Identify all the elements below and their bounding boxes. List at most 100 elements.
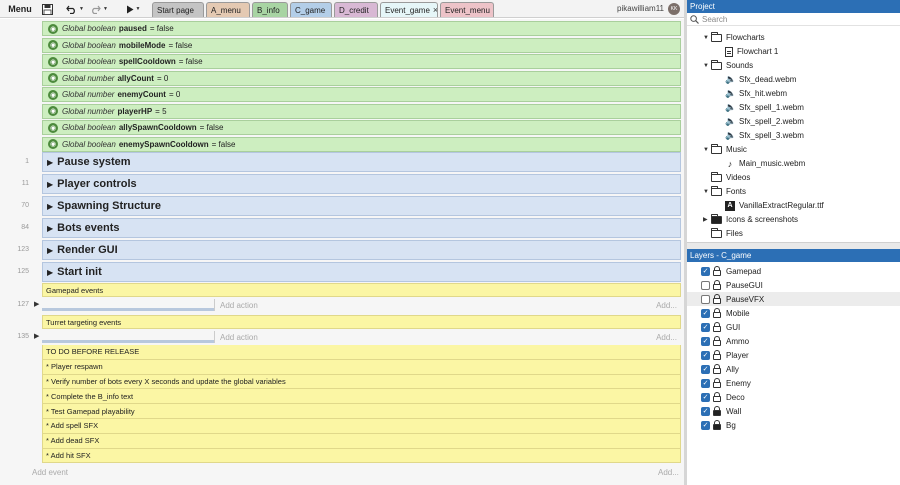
expand-arrow-icon[interactable]: ▶ xyxy=(47,202,53,211)
layer-visibility-checkbox[interactable]: ✓ xyxy=(701,364,710,374)
project-item-sounds[interactable]: ▼ Sounds xyxy=(703,59,753,72)
preview-button[interactable]: ▼ xyxy=(122,2,144,16)
layer-visibility-checkbox[interactable]: ✓ xyxy=(701,266,710,276)
expand-arrow-icon[interactable]: ▶ xyxy=(47,268,53,277)
project-item-flowcharts[interactable]: ▼ Flowcharts xyxy=(703,31,765,44)
layer-item-mobile[interactable]: ✓ Mobile xyxy=(687,306,900,320)
todo-comment-line[interactable]: * Player respawn xyxy=(42,359,681,375)
global-variable-row[interactable]: ◉ Global boolean mobileMode = false xyxy=(42,37,681,53)
expand-arrow-icon[interactable]: ▶ xyxy=(47,224,53,233)
project-item-main-music-webm[interactable]: ♪ Main_music.webm xyxy=(725,157,806,170)
global-variable-row[interactable]: ◉ Global boolean enemySpawnCooldown = false xyxy=(42,136,681,152)
lock-icon[interactable] xyxy=(713,420,721,430)
layer-item-gui[interactable]: ✓ GUI xyxy=(687,320,900,334)
event-group[interactable]: ▶ Pause system xyxy=(42,152,681,172)
tab-d-credit[interactable]: D_credit xyxy=(334,2,378,17)
preview-dropdown-icon[interactable]: ▼ xyxy=(136,6,141,12)
tab-b-info[interactable]: B_info xyxy=(252,2,288,17)
unlock-icon[interactable] xyxy=(713,364,721,374)
project-search-input[interactable]: Search xyxy=(687,13,900,26)
layer-visibility-checkbox[interactable]: ✓ xyxy=(701,336,710,346)
comment-block[interactable]: Turret targeting events xyxy=(42,315,681,329)
layer-item-player[interactable]: ✓ Player xyxy=(687,348,900,362)
layer-item-bg[interactable]: ✓ Bg xyxy=(687,418,900,432)
undo-dropdown-icon[interactable]: ▼ xyxy=(79,6,84,12)
project-item-music[interactable]: ▼ Music xyxy=(703,143,747,156)
layer-item-wall[interactable]: ✓ Wall xyxy=(687,404,900,418)
project-item-videos[interactable]: Videos xyxy=(703,171,750,184)
expand-arrow-icon[interactable]: ▶ xyxy=(47,180,53,189)
redo-dropdown-icon[interactable]: ▼ xyxy=(103,6,108,12)
global-variable-row[interactable]: ◉ Global boolean allySpawnCooldown = false xyxy=(42,120,681,135)
tab-close-icon[interactable]: × xyxy=(493,5,494,15)
expand-arrow-icon[interactable]: ▶ xyxy=(47,246,53,255)
user-name[interactable]: pikawilliam11 xyxy=(617,4,664,13)
tab-c-game[interactable]: C_game xyxy=(290,2,332,17)
add-action-link[interactable]: Add action xyxy=(220,333,258,342)
add-more-link[interactable]: Add... xyxy=(658,468,679,477)
project-item-sfx-spell-1-webm[interactable]: 🔈 Sfx_spell_1.webm xyxy=(725,101,804,114)
project-item-flowchart-1[interactable]: Flowchart 1 xyxy=(725,45,778,58)
global-variable-row[interactable]: ◉ Global number playerHP = 5 xyxy=(42,103,681,119)
save-button[interactable] xyxy=(40,2,54,16)
layer-item-enemy[interactable]: ✓ Enemy xyxy=(687,376,900,390)
project-item-vanillaextractregular-ttf[interactable]: A VanillaExtractRegular.ttf xyxy=(725,199,824,212)
unlock-icon[interactable] xyxy=(713,266,721,276)
event-arrow-icon[interactable]: ▶ xyxy=(34,300,39,308)
tab-start-page[interactable]: Start page xyxy=(152,2,204,17)
layer-item-pausevfx[interactable]: PauseVFX xyxy=(687,292,900,306)
project-item-fonts[interactable]: ▼ Fonts xyxy=(703,185,746,198)
condition-area[interactable] xyxy=(42,299,215,311)
layer-item-ally[interactable]: ✓ Ally xyxy=(687,362,900,376)
todo-comment-line[interactable]: * Test Gamepad playability xyxy=(42,404,681,419)
todo-comment-line[interactable]: * Add hit SFX xyxy=(42,448,681,464)
layer-item-pausegui[interactable]: PauseGUI xyxy=(687,278,900,292)
layer-visibility-checkbox[interactable]: ✓ xyxy=(701,420,710,430)
project-item-sfx-dead-webm[interactable]: 🔈 Sfx_dead.webm xyxy=(725,73,796,86)
project-item-icons-screenshots[interactable]: ▶ Icons & screenshots xyxy=(703,213,798,226)
unlock-icon[interactable] xyxy=(713,280,721,290)
todo-comment-line[interactable]: * Verify number of bots every X seconds … xyxy=(42,374,681,390)
tab-event-menu[interactable]: Event_menu× xyxy=(440,2,494,17)
unlock-icon[interactable] xyxy=(713,308,721,318)
project-item-files[interactable]: Files xyxy=(703,227,743,240)
project-item-sfx-spell-2-webm[interactable]: 🔈 Sfx_spell_2.webm xyxy=(725,115,804,128)
layer-visibility-checkbox[interactable]: ✓ xyxy=(701,392,710,402)
layer-visibility-checkbox[interactable] xyxy=(701,280,710,290)
global-variable-row[interactable]: ◉ Global number enemyCount = 0 xyxy=(42,87,681,102)
event-group[interactable]: ▶ Render GUI xyxy=(42,240,681,260)
todo-comment-line[interactable]: * Complete the B_info text xyxy=(42,389,681,405)
project-item-sfx-spell-3-webm[interactable]: 🔈 Sfx_spell_3.webm xyxy=(725,129,804,142)
layer-item-deco[interactable]: ✓ Deco xyxy=(687,390,900,404)
global-variable-row[interactable]: ◉ Global boolean paused = false xyxy=(42,21,681,36)
add-event-link[interactable]: Add event xyxy=(32,468,68,477)
chevron-down-icon[interactable]: ▼ xyxy=(703,189,711,195)
todo-comment-line[interactable]: * Add dead SFX xyxy=(42,433,681,449)
unlock-icon[interactable] xyxy=(713,294,721,304)
todo-comment-line[interactable]: * Add spell SFX xyxy=(42,419,681,434)
project-item-sfx-hit-webm[interactable]: 🔈 Sfx_hit.webm xyxy=(725,87,787,100)
layer-visibility-checkbox[interactable]: ✓ xyxy=(701,350,710,360)
chevron-down-icon[interactable]: ▼ xyxy=(703,147,711,153)
comment-block[interactable]: Gamepad events xyxy=(42,283,681,297)
chevron-down-icon[interactable]: ▶ xyxy=(703,216,711,223)
layer-visibility-checkbox[interactable]: ✓ xyxy=(701,308,710,318)
layer-item-ammo[interactable]: ✓ Ammo xyxy=(687,334,900,348)
event-group[interactable]: ▶ Start init xyxy=(42,262,681,282)
panel-splitter-horizontal[interactable] xyxy=(687,242,900,249)
tab-a-menu[interactable]: A_menu xyxy=(206,2,250,17)
global-variable-row[interactable]: ◉ Global number allyCount = 0 xyxy=(42,70,681,86)
unlock-icon[interactable] xyxy=(713,336,721,346)
menu-button[interactable]: Menu xyxy=(3,2,37,16)
global-variable-row[interactable]: ◉ Global boolean spellCooldown = false xyxy=(42,54,681,69)
tab-event-game[interactable]: Event_game × xyxy=(380,2,438,17)
unlock-icon[interactable] xyxy=(713,322,721,332)
layer-item-gamepad[interactable]: ✓ Gamepad xyxy=(687,264,900,278)
empty-event-row[interactable]: Add action Add... xyxy=(42,331,681,343)
layer-visibility-checkbox[interactable] xyxy=(701,294,710,304)
undo-button[interactable]: ▼ xyxy=(64,2,86,16)
redo-button[interactable]: ▼ xyxy=(88,2,110,16)
unlock-icon[interactable] xyxy=(713,350,721,360)
condition-area[interactable] xyxy=(42,331,215,343)
avatar[interactable]: KK xyxy=(668,3,680,15)
